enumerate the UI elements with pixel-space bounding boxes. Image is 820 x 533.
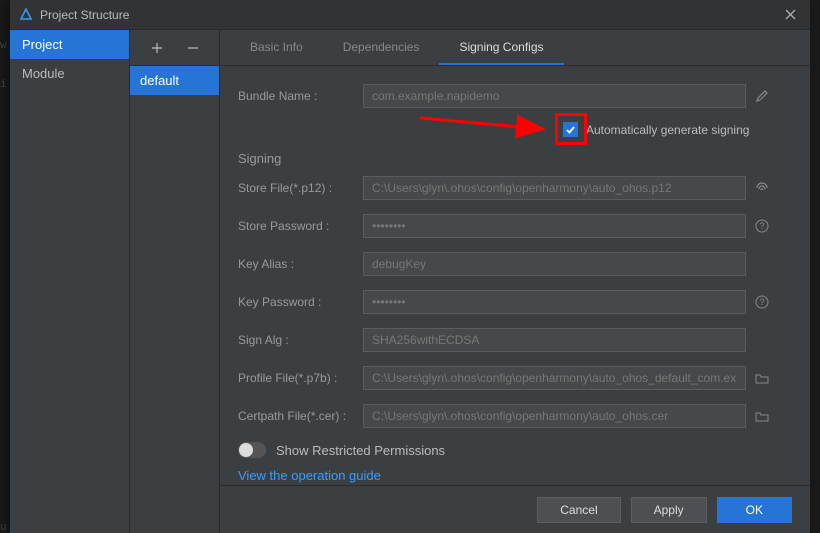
- browse-folder-icon[interactable]: [750, 371, 774, 385]
- restricted-permissions-row: Show Restricted Permissions: [238, 442, 774, 458]
- svg-text:?: ?: [759, 297, 764, 307]
- store-file-row: Store File(*.p12) :: [238, 176, 774, 200]
- help-icon[interactable]: ?: [750, 219, 774, 233]
- browse-folder-icon[interactable]: [750, 409, 774, 423]
- background-edge: w i u: [0, 0, 10, 533]
- tab-bar: Basic Info Dependencies Signing Configs: [220, 30, 810, 66]
- key-alias-input[interactable]: [363, 252, 746, 276]
- cert-file-row: Certpath File(*.cer) :: [238, 404, 774, 428]
- sign-alg-label: Sign Alg :: [238, 333, 363, 347]
- nav-item-module[interactable]: Module: [10, 59, 129, 88]
- tab-signing-configs[interactable]: Signing Configs: [439, 30, 563, 65]
- key-password-input[interactable]: [363, 290, 746, 314]
- bundle-name-row: Bundle Name :: [238, 84, 774, 108]
- store-password-label: Store Password :: [238, 219, 363, 233]
- bundle-name-label: Bundle Name :: [238, 89, 363, 103]
- store-file-input[interactable]: [363, 176, 746, 200]
- auto-sign-label: Automatically generate signing: [586, 123, 749, 137]
- sign-alg-row: Sign Alg :: [238, 328, 774, 352]
- profile-file-label: Profile File(*.p7b) :: [238, 371, 363, 385]
- store-file-label: Store File(*.p12) :: [238, 181, 363, 195]
- svg-text:?: ?: [759, 221, 764, 231]
- store-password-row: Store Password : ?: [238, 214, 774, 238]
- auto-sign-checkbox[interactable]: [563, 122, 578, 137]
- key-alias-row: Key Alias :: [238, 252, 774, 276]
- close-button[interactable]: [778, 3, 802, 27]
- form-area: Bundle Name : Automatically gen: [220, 66, 810, 485]
- cancel-button[interactable]: Cancel: [537, 497, 620, 523]
- app-logo-icon: [18, 7, 34, 23]
- cert-file-label: Certpath File(*.cer) :: [238, 409, 363, 423]
- project-structure-dialog: Project Structure Project Module default…: [10, 0, 810, 533]
- auto-sign-row: Automatically generate signing: [238, 122, 774, 137]
- bundle-name-input[interactable]: [363, 84, 746, 108]
- help-icon[interactable]: ?: [750, 295, 774, 309]
- store-password-input[interactable]: [363, 214, 746, 238]
- remove-config-button[interactable]: [184, 39, 202, 57]
- ok-button[interactable]: OK: [717, 497, 792, 523]
- add-config-button[interactable]: [148, 39, 166, 57]
- tab-basic-info[interactable]: Basic Info: [230, 30, 323, 65]
- left-nav: Project Module: [10, 30, 130, 533]
- dialog-footer: Cancel Apply OK: [220, 485, 810, 533]
- fingerprint-icon[interactable]: [750, 180, 774, 196]
- key-password-label: Key Password :: [238, 295, 363, 309]
- apply-button[interactable]: Apply: [631, 497, 707, 523]
- config-list-column: default: [130, 30, 220, 533]
- key-alias-label: Key Alias :: [238, 257, 363, 271]
- restricted-permissions-label: Show Restricted Permissions: [276, 443, 445, 458]
- nav-item-project[interactable]: Project: [10, 30, 129, 59]
- dialog-title: Project Structure: [40, 8, 129, 22]
- titlebar: Project Structure: [10, 0, 810, 30]
- key-password-row: Key Password : ?: [238, 290, 774, 314]
- config-list-toolbar: [130, 30, 219, 66]
- profile-file-row: Profile File(*.p7b) :: [238, 366, 774, 390]
- edit-bundle-name-icon[interactable]: [750, 89, 774, 103]
- operation-guide-link[interactable]: View the operation guide: [238, 468, 774, 483]
- profile-file-input[interactable]: [363, 366, 746, 390]
- annotation-arrow: [418, 114, 558, 144]
- config-item-default[interactable]: default: [130, 66, 219, 95]
- sign-alg-input[interactable]: [363, 328, 746, 352]
- main-panel: Basic Info Dependencies Signing Configs …: [220, 30, 810, 533]
- cert-file-input[interactable]: [363, 404, 746, 428]
- signing-section-title: Signing: [238, 151, 774, 166]
- restricted-permissions-toggle[interactable]: [238, 442, 266, 458]
- tab-dependencies[interactable]: Dependencies: [323, 30, 440, 65]
